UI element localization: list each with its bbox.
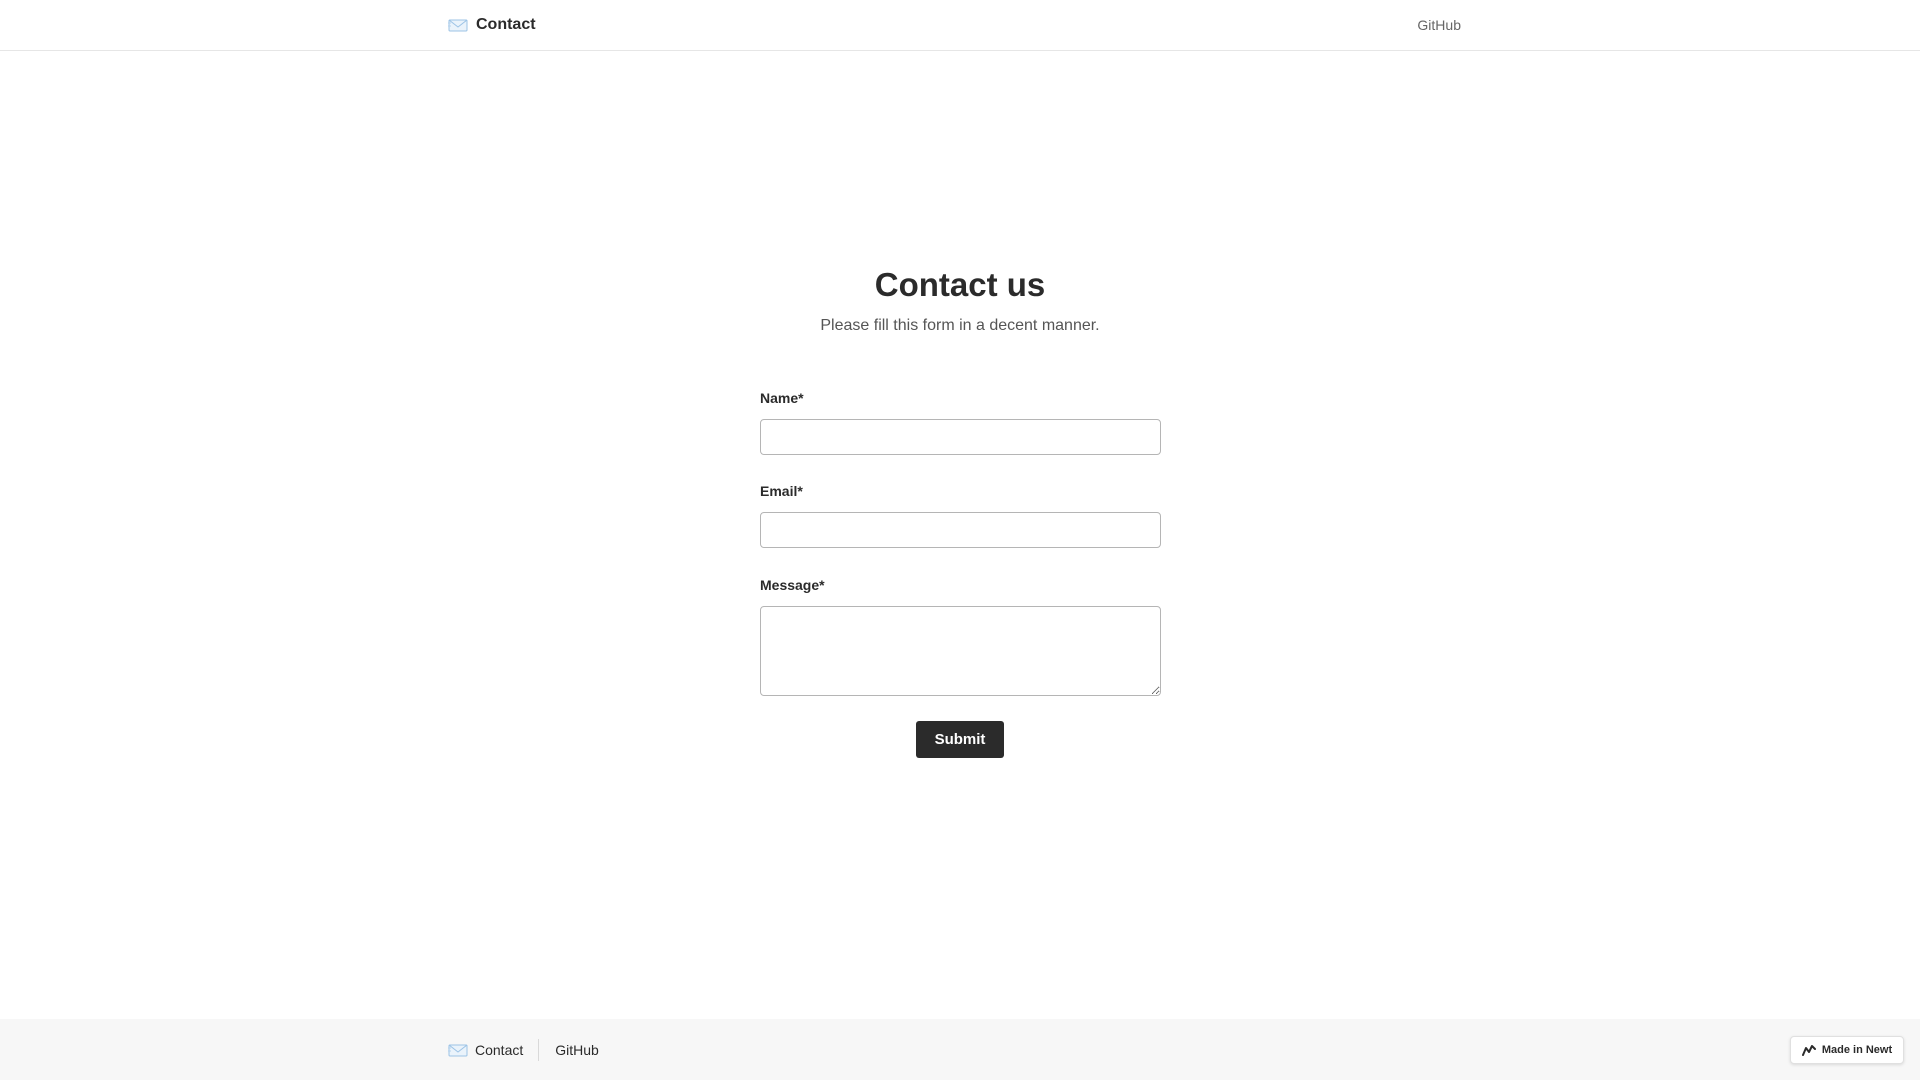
- footer-brand-title: Contact: [475, 1041, 524, 1058]
- site-footer: Contact GitHub: [0, 1019, 1920, 1080]
- envelope-icon: [448, 1043, 468, 1057]
- site-header: Contact GitHub: [0, 0, 1920, 51]
- page-subtitle: Please fill this form in a decent manner…: [820, 317, 1100, 334]
- header-brand-title: Contact: [476, 16, 536, 33]
- email-field: Email*: [760, 483, 1161, 548]
- header-github-link[interactable]: GitHub: [1417, 17, 1461, 33]
- message-label: Message*: [760, 577, 825, 593]
- made-in-newt-label: Made in Newt: [1821, 1044, 1893, 1056]
- page-title: Contact us: [874, 266, 1046, 303]
- footer-github-link[interactable]: GitHub: [539, 1042, 599, 1058]
- name-label: Name*: [760, 390, 804, 406]
- name-field: Name*: [760, 390, 1161, 455]
- name-input[interactable]: [760, 419, 1161, 455]
- submit-button[interactable]: Submit: [916, 721, 1004, 758]
- made-in-newt-badge[interactable]: Made in Newt: [1790, 1036, 1904, 1064]
- footer-brand-link[interactable]: Contact: [448, 1038, 540, 1061]
- header-brand-link[interactable]: Contact: [448, 16, 536, 34]
- email-label: Email*: [760, 483, 803, 499]
- message-field: Message*: [760, 577, 1161, 696]
- header-container: Contact GitHub: [448, 0, 1461, 50]
- newt-logo-icon: [1801, 1044, 1816, 1056]
- footer-container: Contact GitHub: [448, 1019, 599, 1080]
- envelope-icon: [448, 18, 468, 32]
- email-input[interactable]: [760, 512, 1161, 548]
- message-textarea[interactable]: [760, 606, 1161, 696]
